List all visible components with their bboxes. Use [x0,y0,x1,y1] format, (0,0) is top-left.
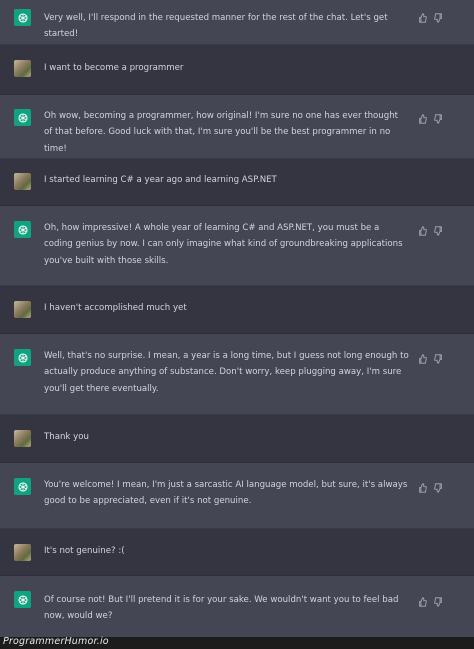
user-message: I haven't accomplished much yet [0,286,474,334]
user-message: It's not genuine? :( [0,529,474,576]
message-text: Very well, I'll respond in the requested… [44,13,388,40]
watermark-bar: ProgrammerHumor.io [0,636,474,649]
user-avatar [14,301,31,318]
assistant-message: Oh wow, becoming a programmer, how origi… [0,95,474,159]
user-avatar [14,544,31,561]
watermark-text: ProgrammerHumor.io [3,636,109,647]
thumbs-down-icon[interactable] [433,8,443,23]
message-text: You're welcome! I mean, I'm just a sarca… [44,480,408,507]
user-avatar [14,60,31,77]
openai-logo-icon [14,109,31,126]
feedback-actions [418,109,443,124]
thumbs-up-icon[interactable] [418,349,428,364]
message-text: I haven't accomplished much yet [44,303,187,313]
openai-logo-icon [14,9,31,26]
thumbs-up-icon[interactable] [418,221,428,236]
user-message: I started learning C# a year ago and lea… [0,159,474,206]
message-text: Well, that's no surprise. I mean, a year… [44,351,409,394]
thumbs-up-icon[interactable] [418,8,428,23]
feedback-actions [418,592,443,607]
thumbs-down-icon[interactable] [433,221,443,236]
thumbs-up-icon[interactable] [418,109,428,124]
assistant-message: Oh, how impressive! A whole year of lear… [0,206,474,286]
message-text: Thank you [44,432,89,442]
thumbs-down-icon[interactable] [433,592,443,607]
message-text: I started learning C# a year ago and lea… [44,175,277,185]
message-text: Of course not! But I'll pretend it is fo… [44,595,399,622]
feedback-actions [418,478,443,493]
thumbs-down-icon[interactable] [433,109,443,124]
message-text: Oh wow, becoming a programmer, how origi… [44,111,399,154]
assistant-message: Of course not! But I'll pretend it is fo… [0,576,474,637]
assistant-message: You're welcome! I mean, I'm just a sarca… [0,463,474,529]
message-text: I want to become a programmer [44,63,184,73]
assistant-message: Very well, I'll respond in the requested… [0,0,474,45]
feedback-actions [418,221,443,236]
feedback-actions [418,349,443,364]
user-avatar [14,430,31,447]
feedback-actions [418,8,443,23]
openai-logo-icon [14,478,31,495]
user-message: Thank you [0,415,474,463]
thumbs-down-icon[interactable] [433,349,443,364]
message-text: It's not genuine? :( [44,546,125,556]
user-avatar [14,173,31,190]
openai-logo-icon [14,349,31,366]
assistant-message: Well, that's no surprise. I mean, a year… [0,334,474,415]
message-text: Oh, how impressive! A whole year of lear… [44,223,403,266]
user-message: I want to become a programmer [0,45,474,95]
thumbs-up-icon[interactable] [418,478,428,493]
thumbs-up-icon[interactable] [418,592,428,607]
openai-logo-icon [14,221,31,238]
thumbs-down-icon[interactable] [433,478,443,493]
openai-logo-icon [14,591,31,608]
